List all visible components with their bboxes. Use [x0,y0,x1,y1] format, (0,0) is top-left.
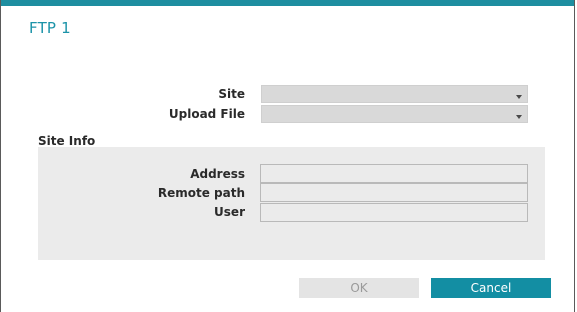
site-dropdown[interactable] [261,85,528,103]
upload-file-dropdown[interactable] [261,105,528,123]
ftp-dialog: FTP 1 Site Upload File Site Info Address… [0,0,575,312]
address-label: Address [190,167,245,181]
dialog-accent-bar [1,0,574,6]
cancel-button[interactable]: Cancel [431,278,551,298]
user-label: User [214,205,245,219]
address-field[interactable] [260,164,528,183]
remote-path-label: Remote path [157,186,245,200]
site-info-heading: Site Info [38,134,96,148]
upload-file-label: Upload File [168,107,245,121]
ok-button[interactable]: OK [299,278,419,298]
dialog-title: FTP 1 [29,19,71,37]
site-label: Site [218,87,245,101]
chevron-down-icon [516,115,522,119]
chevron-down-icon [516,95,522,99]
user-field[interactable] [260,203,528,222]
remote-path-field[interactable] [260,183,528,202]
